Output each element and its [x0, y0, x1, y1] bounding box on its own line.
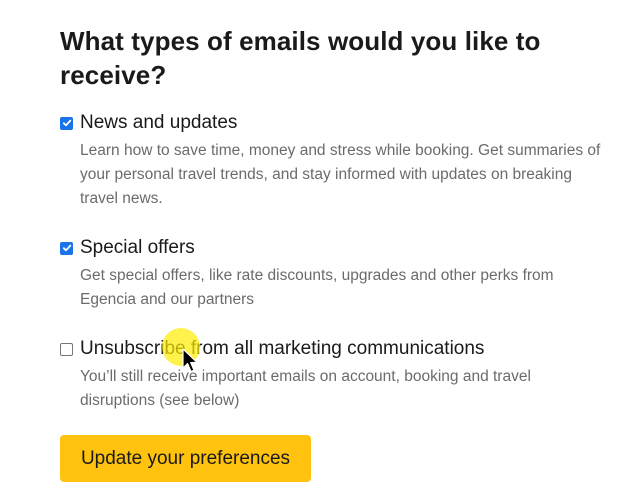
email-options-list: News and updates Learn how to save time,…	[60, 110, 620, 413]
check-icon	[62, 119, 71, 127]
option-news-and-updates: News and updates Learn how to save time,…	[60, 110, 620, 211]
special-offers-description: Get special offers, like rate discounts,…	[80, 267, 554, 308]
option-special-offers: Special offers Get special offers, like …	[60, 235, 620, 312]
check-icon	[62, 244, 71, 252]
email-preferences-panel: What types of emails would you like to r…	[60, 24, 620, 413]
special-offers-checkbox-row[interactable]: Special offers	[60, 235, 620, 261]
news-and-updates-checkbox[interactable]	[60, 116, 73, 130]
unsubscribe-label: Unsubscribe from all marketing communica…	[80, 338, 485, 359]
option-unsubscribe: Unsubscribe from all marketing communica…	[60, 336, 620, 413]
unsubscribe-checkbox-row[interactable]: Unsubscribe from all marketing communica…	[60, 336, 620, 362]
update-preferences-button[interactable]: Update your preferences	[60, 435, 311, 482]
news-and-updates-checkbox-row[interactable]: News and updates	[60, 110, 620, 136]
special-offers-checkbox[interactable]	[60, 241, 73, 255]
unsubscribe-checkbox[interactable]	[60, 342, 73, 356]
unsubscribe-description: You’ll still receive important emails on…	[80, 368, 531, 409]
special-offers-label: Special offers	[80, 237, 195, 258]
news-and-updates-description: Learn how to save time, money and stress…	[80, 142, 601, 207]
page-title: What types of emails would you like to r…	[60, 26, 541, 90]
news-and-updates-label: News and updates	[80, 112, 238, 133]
